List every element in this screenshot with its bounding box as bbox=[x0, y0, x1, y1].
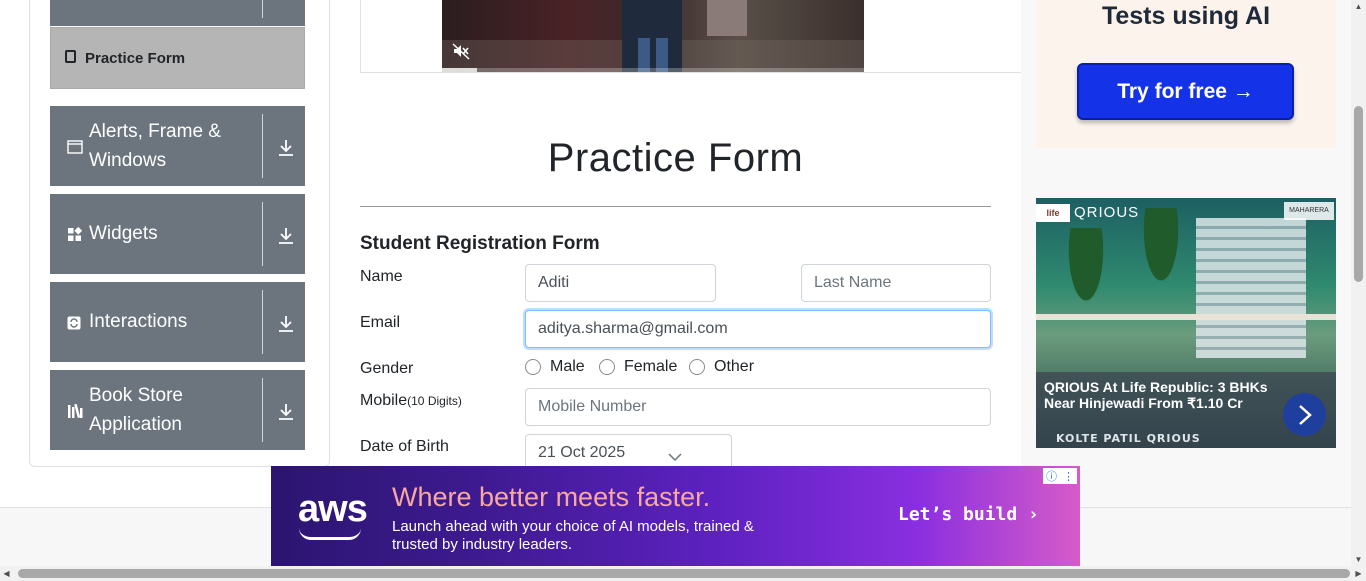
video-scene bbox=[622, 0, 682, 72]
ad-caption: QRIOUS At Life Republic: 3 BHKs Near Hin… bbox=[1044, 379, 1268, 411]
last-name-input[interactable]: Last Name bbox=[801, 264, 991, 302]
ad-heading: Tests using AI bbox=[1101, 2, 1271, 30]
radio-label: Other bbox=[714, 358, 755, 375]
download-icon[interactable] bbox=[276, 313, 296, 335]
radio-label: Male bbox=[550, 358, 585, 375]
chevron-right-icon bbox=[1298, 404, 1312, 425]
sidebar-separator bbox=[262, 0, 263, 18]
radio-circle[interactable] bbox=[689, 359, 705, 375]
video-scene bbox=[707, 0, 747, 36]
radio-label: Female bbox=[624, 358, 678, 375]
radio-circle[interactable] bbox=[525, 359, 541, 375]
life-republic-logo: life bbox=[1036, 204, 1070, 222]
next-arrow-button[interactable] bbox=[1283, 393, 1326, 436]
mobile-input[interactable]: Mobile Number bbox=[525, 388, 991, 426]
email-label: Email bbox=[360, 314, 401, 331]
books-icon bbox=[68, 403, 83, 419]
download-icon[interactable] bbox=[276, 225, 296, 247]
video-progress-bar[interactable] bbox=[442, 68, 864, 72]
radio-circle[interactable] bbox=[599, 359, 615, 375]
sidebar-group-book-store[interactable]: Book Store Application bbox=[50, 370, 305, 450]
gender-radio-female[interactable]: Female bbox=[599, 358, 677, 376]
muted-speaker-icon[interactable] bbox=[452, 42, 470, 60]
sidebar-group-alerts[interactable]: Alerts, Frame & Windows bbox=[50, 106, 305, 186]
gender-radio-other[interactable]: Other bbox=[689, 358, 754, 376]
download-icon[interactable] bbox=[276, 401, 296, 423]
maharera-badge: MAHARERA bbox=[1284, 202, 1334, 220]
sidebar-separator bbox=[262, 378, 263, 442]
date-of-birth-value: 21 Oct 2025 bbox=[538, 444, 626, 461]
chevron-down-icon bbox=[668, 453, 682, 462]
first-name-input[interactable]: Aditi bbox=[525, 264, 716, 302]
form-icon bbox=[65, 50, 76, 63]
gender-radio-male[interactable]: Male bbox=[525, 358, 585, 376]
mobile-label-text: Mobile bbox=[360, 392, 408, 409]
widgets-icon bbox=[68, 227, 82, 241]
scroll-up-icon[interactable]: ▲ bbox=[1354, 2, 1363, 11]
sidebar-group-forms[interactable] bbox=[50, 0, 305, 26]
scroll-left-icon[interactable]: ◀ bbox=[2, 569, 11, 578]
ad-image bbox=[1036, 293, 1336, 378]
ad-headline: Where better meets faster. bbox=[392, 482, 711, 512]
gender-label: Gender bbox=[360, 360, 414, 377]
email-input[interactable]: aditya.sharma@gmail.com bbox=[525, 310, 991, 348]
name-label: Name bbox=[360, 268, 403, 285]
vertical-scrollbar-thumb[interactable] bbox=[1354, 106, 1363, 282]
viewport: Practice Form Alerts, Frame & Windows Wi… bbox=[0, 0, 1366, 581]
video-progress-fill bbox=[442, 68, 477, 72]
sidebar-item-practice-form[interactable]: Practice Form bbox=[50, 27, 305, 89]
more-options-icon[interactable]: ⋮ bbox=[1063, 470, 1074, 483]
sidebar-separator bbox=[262, 290, 263, 354]
aws-smile-icon bbox=[299, 528, 361, 540]
try-for-free-button[interactable]: Try for free → bbox=[1077, 63, 1294, 120]
ad-brand: KOLTE PATIL QRIOUS bbox=[1056, 432, 1201, 445]
dob-label: Date of Birth bbox=[360, 438, 449, 455]
aws-logo: aws bbox=[298, 488, 368, 530]
video-scene bbox=[638, 38, 650, 72]
video-scene bbox=[656, 38, 668, 72]
title-divider bbox=[360, 206, 991, 207]
form-title: Student Registration Form bbox=[360, 233, 600, 254]
ad-banner-qrious[interactable]: life QRIOUS MAHARERA QRIOUS At Life Repu… bbox=[1036, 198, 1336, 448]
scroll-right-icon[interactable]: ▶ bbox=[1354, 569, 1363, 578]
page-title: Practice Form bbox=[547, 136, 804, 180]
horizontal-scrollbar[interactable]: ◀ ▶ bbox=[0, 566, 1366, 581]
sidebar-group-interactions[interactable]: Interactions bbox=[50, 282, 305, 362]
lets-build-link[interactable]: Let’s build › bbox=[898, 504, 1039, 525]
ad-subtext: Launch ahead with your choice of AI mode… bbox=[392, 518, 754, 553]
info-icon[interactable]: ⓘ bbox=[1046, 468, 1057, 484]
sidebar-group-label: Interactions bbox=[89, 310, 188, 332]
download-icon[interactable] bbox=[276, 137, 296, 159]
sidebar-separator bbox=[262, 114, 263, 178]
mobile-hint: (10 Digits) bbox=[407, 394, 462, 408]
ad-banner-aws[interactable]: aws Where better meets faster. Launch ah… bbox=[271, 466, 1080, 566]
interactions-icon bbox=[67, 316, 81, 330]
adchoices-badge[interactable]: ⓘ ⋮ bbox=[1043, 468, 1077, 484]
sidebar-group-widgets[interactable]: Widgets bbox=[50, 194, 305, 274]
sidebar-separator bbox=[262, 202, 263, 266]
video-player[interactable] bbox=[442, 0, 864, 72]
ad-banner-top[interactable]: Tests using AI Try for free → bbox=[1036, 0, 1336, 148]
ad-logo-text: QRIOUS bbox=[1074, 204, 1140, 221]
scroll-down-icon[interactable]: ▼ bbox=[1354, 555, 1363, 564]
mobile-label: Mobile(10 Digits) bbox=[360, 392, 462, 410]
window-icon bbox=[67, 140, 83, 154]
horizontal-scrollbar-thumb[interactable] bbox=[18, 569, 1350, 578]
vertical-scrollbar[interactable]: ▲ ▼ bbox=[1351, 0, 1366, 566]
